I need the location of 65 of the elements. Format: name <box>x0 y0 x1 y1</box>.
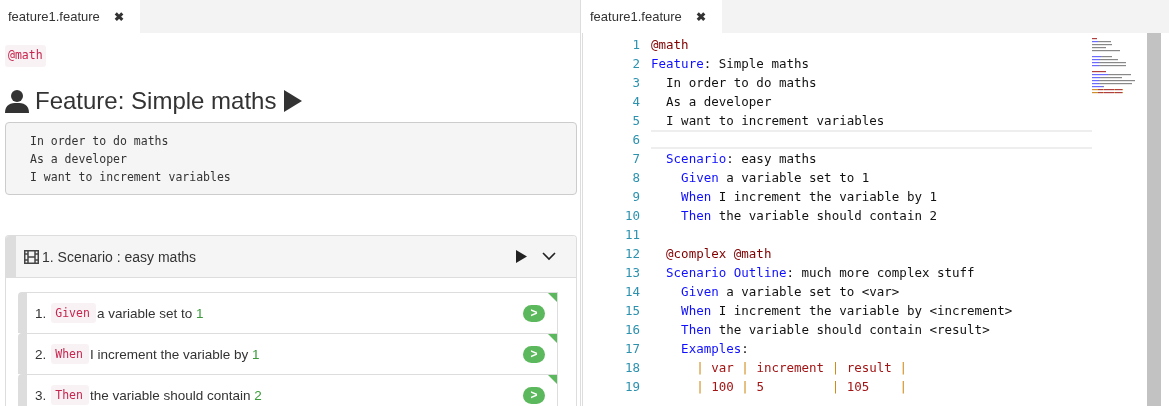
line-number: 4 <box>631 94 641 109</box>
code-line: | var | increment | result | <box>695 359 908 376</box>
scenario-title: 1. Scenario : easy maths <box>42 248 197 265</box>
line-number: 9 <box>631 189 641 204</box>
line-number: 16 <box>623 322 641 337</box>
step-number: 2. <box>35 346 47 362</box>
step-text: I increment the variable by 1 <box>89 346 260 362</box>
line-number: 1 <box>631 37 641 52</box>
code-line: Scenario Outline: much more complex stuff <box>665 264 976 281</box>
code-line: @math <box>651 36 690 53</box>
file-tab[interactable]: feature1.feature ✖ <box>582 0 722 33</box>
line-number: 15 <box>623 303 641 318</box>
line-number: 6 <box>631 132 641 147</box>
line-number: 3 <box>631 75 641 90</box>
code-line: Given a variable set to <var> <box>680 283 901 300</box>
feature-title: Feature: Simple maths <box>35 87 277 115</box>
code-line: When I increment the variable by 1 <box>680 188 938 205</box>
line-number: 18 <box>623 360 641 375</box>
film-icon <box>24 249 39 264</box>
code-line: When I increment the variable by <increment> <box>680 302 1014 319</box>
line-number: 11 <box>623 227 641 242</box>
code-line: Then the variable should contain 2 <box>680 207 938 224</box>
line-number: 2 <box>631 56 641 71</box>
code-line: Then the variable should contain <result> <box>680 321 991 338</box>
line-number: 10 <box>623 208 641 223</box>
chevron-down-icon <box>542 252 556 261</box>
code-line: Scenario: easy maths <box>665 150 818 167</box>
tab-label: feature1.feature <box>8 9 100 24</box>
step-number: 3. <box>35 387 47 403</box>
code-line: Given a variable set to 1 <box>680 169 871 186</box>
code-line: As a developer <box>665 93 773 110</box>
scrollbar[interactable] <box>1147 33 1161 406</box>
code-line: | 100 | 5 | 105 | <box>695 378 908 395</box>
code-line: @complex @math <box>665 245 773 262</box>
step-number: 1. <box>35 305 47 321</box>
description-line: I want to increment variables <box>30 169 232 186</box>
line-number: 7 <box>631 151 641 166</box>
close-button[interactable]: ✖ <box>695 9 706 24</box>
line-number: 19 <box>623 379 641 394</box>
line-number: 12 <box>623 246 641 261</box>
code-line: Examples: <box>680 340 750 357</box>
play-icon <box>284 90 303 112</box>
code-line: In order to do maths <box>665 74 818 91</box>
line-number: 13 <box>623 265 641 280</box>
line-number: 17 <box>623 341 641 356</box>
line-number: 14 <box>623 284 641 299</box>
line-number: 5 <box>631 113 641 128</box>
code-line: I want to increment variables <box>665 112 886 129</box>
tab-label: feature1.feature <box>590 9 682 24</box>
step-keyword: Given <box>51 303 96 323</box>
play-button[interactable] <box>282 90 303 112</box>
step-keyword: Then <box>51 385 89 405</box>
person-icon <box>5 89 29 113</box>
play-icon <box>516 250 527 263</box>
step-text: a variable set to 1 <box>96 305 204 321</box>
scenario-header[interactable]: 1. Scenario : easy maths <box>6 236 576 278</box>
file-tab[interactable]: feature1.feature ✖ <box>0 0 140 33</box>
step-keyword: When <box>51 344 89 364</box>
code-line: Feature: Simple maths <box>651 55 811 72</box>
close-button[interactable]: ✖ <box>113 9 124 24</box>
tag-label: @math <box>5 45 46 67</box>
step-text: the variable should contain 2 <box>89 387 262 403</box>
description-line: As a developer <box>30 151 128 168</box>
line-number: 8 <box>631 170 641 185</box>
description-line: In order to do maths <box>30 133 170 150</box>
